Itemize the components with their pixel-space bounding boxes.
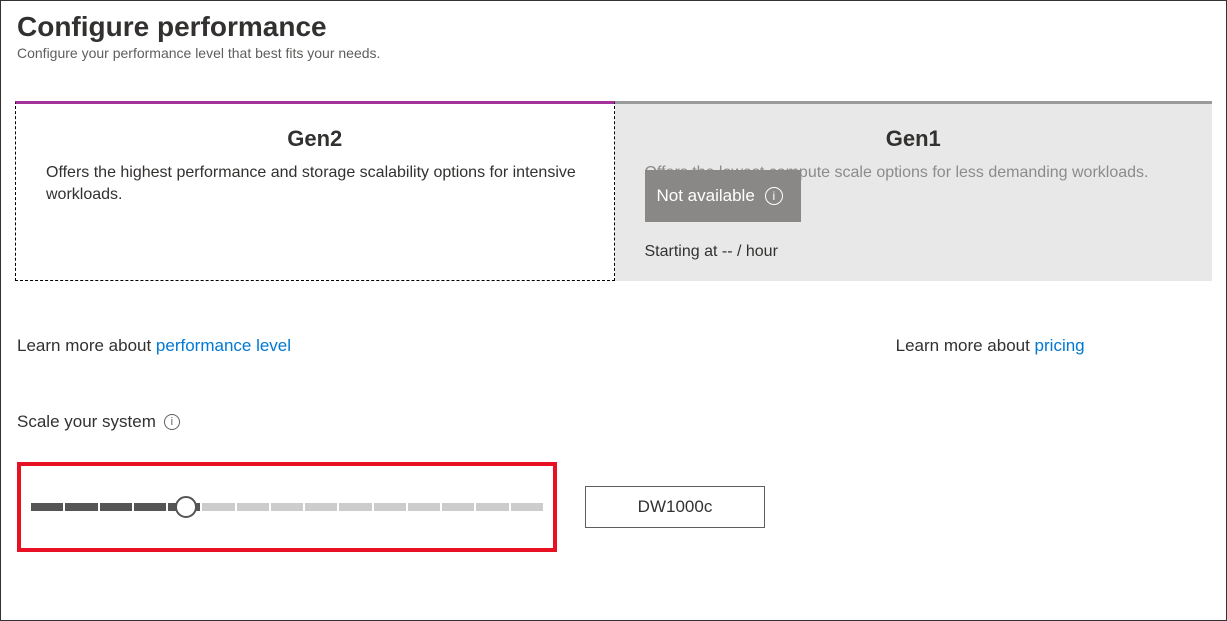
- slider-segment: [408, 503, 440, 511]
- tab-gen2-title: Gen2: [46, 126, 584, 152]
- learn-price-prefix: Learn more about: [896, 336, 1035, 355]
- slider-segment: [305, 503, 337, 511]
- scale-label-text: Scale your system: [17, 412, 156, 432]
- page-subtitle: Configure your performance level that be…: [17, 45, 1210, 61]
- slider-segment: [339, 503, 371, 511]
- slider-thumb[interactable]: [175, 496, 197, 518]
- slider-segment: [442, 503, 474, 511]
- learn-more-row: Learn more about performance level Learn…: [17, 336, 1210, 356]
- not-available-badge: Not available i: [645, 170, 801, 222]
- tab-gen1-title: Gen1: [645, 126, 1183, 152]
- performance-level-link[interactable]: performance level: [156, 336, 291, 355]
- scale-slider-row: DW1000c: [17, 462, 1210, 552]
- generation-tabs: Gen2 Offers the highest performance and …: [15, 101, 1212, 281]
- learn-perf-prefix: Learn more about: [17, 336, 156, 355]
- slider-segment: [31, 503, 63, 511]
- info-icon[interactable]: i: [765, 187, 783, 205]
- scale-slider-highlight: [17, 462, 557, 552]
- tab-gen2-desc: Offers the highest performance and stora…: [46, 162, 584, 207]
- info-icon[interactable]: i: [164, 414, 180, 430]
- tab-gen1: Gen1 Offers the lowest compute scale opt…: [615, 101, 1213, 281]
- learn-pricing: Learn more about pricing: [716, 336, 1210, 356]
- slider-segment: [511, 503, 543, 511]
- slider-segment: [271, 503, 303, 511]
- gen1-starting-price: Starting at -- / hour: [645, 243, 778, 261]
- slider-segment: [237, 503, 269, 511]
- slider-segment: [134, 503, 166, 511]
- slider-segment: [476, 503, 508, 511]
- pricing-link[interactable]: pricing: [1035, 336, 1085, 355]
- page-header: Configure performance Configure your per…: [1, 1, 1226, 65]
- learn-performance: Learn more about performance level: [17, 336, 716, 356]
- page-title: Configure performance: [17, 11, 1210, 43]
- slider-segment: [202, 503, 234, 511]
- slider-segment: [65, 503, 97, 511]
- slider-segment: [100, 503, 132, 511]
- slider-segment: [374, 503, 406, 511]
- scale-value-display: DW1000c: [585, 486, 765, 528]
- tab-gen2[interactable]: Gen2 Offers the highest performance and …: [15, 101, 615, 281]
- scale-your-system-label: Scale your system i: [17, 412, 1210, 432]
- scale-slider[interactable]: [31, 503, 543, 511]
- not-available-label: Not available: [657, 186, 755, 206]
